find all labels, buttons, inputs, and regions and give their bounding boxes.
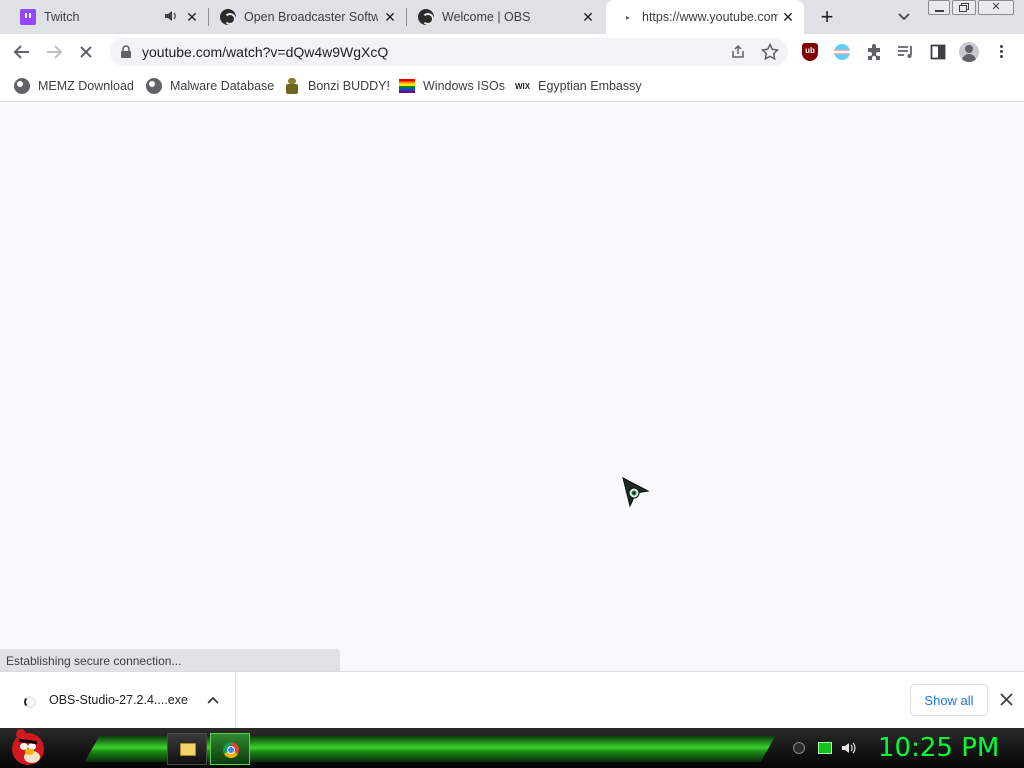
chrome-icon (223, 742, 239, 758)
tab-open-broadcaster-software[interactable]: Open Broadcaster Software ✕ (210, 0, 406, 34)
extensions-puzzle-icon[interactable] (865, 43, 883, 61)
tab-welcome-obs[interactable]: Welcome | OBS ✕ (408, 0, 604, 34)
tab-youtube[interactable]: ▸ https://www.youtube.com ✕ (606, 0, 804, 34)
bookmark-star-icon[interactable] (761, 43, 779, 61)
tab-separator (406, 8, 407, 26)
tray-volume-icon[interactable] (841, 741, 857, 755)
bookmark-label: Malware Database (170, 79, 275, 93)
tray-steam-icon[interactable] (793, 742, 805, 754)
wix-icon: WIX (515, 81, 531, 91)
restore-button[interactable] (952, 0, 976, 15)
close-tab-icon[interactable]: ✕ (184, 9, 200, 25)
download-bar: OBS-Studio-27.2.4....exe Show all (0, 671, 1024, 728)
start-button-angry-bird-icon[interactable] (10, 729, 46, 766)
minimize-button[interactable] (928, 0, 950, 15)
tab-title: Open Broadcaster Software (244, 10, 378, 24)
obs-icon (220, 9, 236, 25)
status-bubble: Establishing secure connection... (0, 649, 340, 671)
bookmark-windows-isos[interactable]: Windows ISOs (399, 76, 505, 96)
tab-twitch[interactable]: Twitch ✕ (12, 0, 208, 34)
loading-icon: ▸ (626, 12, 631, 22)
bookmark-label: Egyptian Embassy (538, 79, 642, 93)
tab-search-chevron-icon[interactable] (896, 8, 912, 29)
bookmark-memz-download[interactable]: MEMZ Download (14, 76, 134, 96)
side-panel-icon[interactable] (930, 44, 946, 60)
tray-network-icon[interactable] (818, 742, 832, 754)
profile-avatar[interactable] (959, 42, 979, 62)
lock-icon[interactable] (120, 45, 132, 59)
bookmark-label: Windows ISOs (423, 79, 505, 93)
url-text[interactable]: youtube.com/watch?v=dQw4w9WgXcQ (142, 44, 388, 60)
tab-title: Welcome | OBS (442, 10, 531, 24)
show-all-button[interactable]: Show all (910, 684, 988, 716)
close-icon (80, 46, 92, 58)
window-controls: ✕ (928, 0, 1018, 16)
bookmark-label: MEMZ Download (38, 79, 134, 93)
close-window-button[interactable]: ✕ (978, 0, 1014, 15)
close-tab-icon[interactable]: ✕ (780, 9, 796, 25)
ublock-origin-icon[interactable]: ub (802, 43, 818, 61)
back-button[interactable] (8, 38, 36, 66)
media-queue-icon[interactable] (897, 44, 915, 60)
globe-icon (14, 78, 30, 94)
pride-extension-icon[interactable] (834, 44, 850, 60)
address-bar[interactable]: youtube.com/watch?v=dQw4w9WgXcQ (110, 38, 788, 66)
forward-arrow-icon (47, 45, 63, 59)
bookmark-egyptian-embassy[interactable]: WIX Egyptian Embassy (515, 76, 642, 96)
rainbow-flag-icon (399, 79, 415, 93)
tab-title: https://www.youtube.com (642, 10, 778, 24)
stop-loading-button[interactable] (72, 38, 100, 66)
close-tab-icon[interactable]: ✕ (580, 9, 596, 25)
twitch-icon (20, 9, 36, 25)
bookmark-malware-database[interactable]: Malware Database (146, 76, 274, 96)
tab-separator (208, 8, 209, 26)
taskbar-explorer-button[interactable] (167, 733, 207, 765)
folder-icon (180, 743, 196, 756)
obs-icon (418, 9, 434, 25)
bookmarks-bar: MEMZ Download Malware Database Bonzi BUD… (0, 70, 1024, 102)
tab-strip: Twitch ✕ Open Broadcaster Software ✕ Wel… (0, 0, 1024, 34)
download-item[interactable]: OBS-Studio-27.2.4....exe (0, 672, 236, 728)
bonzi-icon (284, 78, 300, 94)
bookmark-label: Bonzi BUDDY! (308, 79, 390, 93)
share-icon[interactable] (730, 44, 746, 60)
tab-title: Twitch (44, 10, 80, 24)
page-content[interactable] (0, 103, 1024, 671)
bookmark-bonzi-buddy[interactable]: Bonzi BUDDY! (284, 76, 390, 96)
close-tab-icon[interactable]: ✕ (382, 9, 398, 25)
close-download-bar-icon[interactable] (1000, 693, 1013, 706)
new-tab-button[interactable]: + (816, 4, 838, 30)
back-arrow-icon (13, 45, 29, 59)
taskbar-clock[interactable]: 10:25 PM (878, 733, 999, 763)
forward-button[interactable] (40, 38, 68, 66)
chevron-up-icon[interactable] (206, 694, 220, 708)
download-filename: OBS-Studio-27.2.4....exe (49, 693, 188, 707)
audio-icon[interactable] (164, 9, 178, 26)
taskbar-chrome-button[interactable] (210, 733, 250, 765)
globe-icon (146, 78, 162, 94)
eye-cursor-icon (622, 477, 650, 508)
kebab-menu-icon[interactable] (999, 44, 1005, 60)
